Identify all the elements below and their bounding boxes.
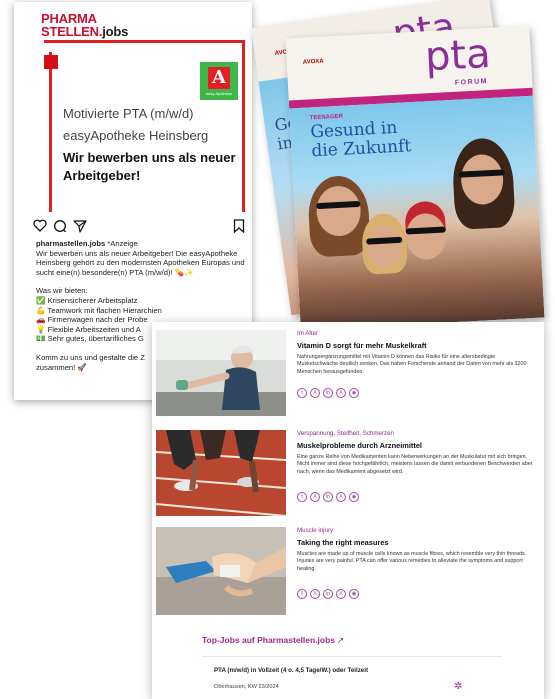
article-kicker: Im Alter — [297, 330, 318, 337]
top-jobs-heading[interactable]: Top-Jobs auf Pharmastellen.jobs ↗ — [202, 635, 344, 646]
x-twitter-icon[interactable]: X — [310, 388, 320, 398]
caption-offer-heading: Was wir bieten: — [36, 286, 88, 296]
apotheke-a-icon: A — [208, 66, 230, 89]
external-link-icon[interactable]: ↗ — [337, 635, 344, 645]
red-square-decoration — [44, 55, 58, 69]
post-action-bar — [33, 219, 245, 235]
linkedin-icon[interactable]: in — [323, 589, 333, 599]
post-headline-tagline: Wir bewerben uns als neuer Arbeitgeber! — [63, 150, 236, 183]
facebook-icon[interactable]: f — [297, 492, 307, 502]
social-share-bar: f Xin X ◉ — [297, 492, 362, 502]
article-title[interactable]: Taking the right measures — [297, 538, 388, 547]
caption-text: Wir bewerben uns als neuer Arbeitgeber! … — [36, 248, 245, 277]
x-twitter-icon[interactable]: X — [310, 492, 320, 502]
facebook-icon[interactable]: f — [297, 388, 307, 398]
top-jobs-label[interactable]: Top-Jobs auf Pharmastellen.jobs — [202, 635, 335, 645]
magazine-cover-headline: Gesund in die Zukunft — [309, 117, 412, 162]
sparkle-icon: ✲ — [454, 681, 463, 692]
divider — [202, 656, 502, 657]
article-item[interactable]: Im Alter Vitamin D sorgt für mehr Muskel… — [156, 330, 540, 418]
linkedin-icon[interactable]: in — [323, 492, 333, 502]
article-item[interactable]: Muscle injury Taking the right measures … — [156, 527, 540, 615]
caption-username[interactable]: pharmastellen.jobs — [36, 239, 105, 248]
caption-ad-tag: *Anzeige — [105, 239, 138, 248]
bookmark-icon[interactable] — [233, 219, 245, 237]
article-kicker: Verspannung, Steifheit, Schmerzen — [297, 430, 394, 437]
article-image-sprint-start[interactable] — [156, 430, 286, 516]
caption-offer-item: 💪 Teamwork mit flachen Hierarchien — [36, 305, 162, 315]
logo-stellen: STELLEN. — [41, 24, 103, 39]
whatsapp-icon[interactable]: ◉ — [349, 388, 359, 398]
logo-line2: STELLEN.jobs — [41, 25, 128, 38]
article-kicker: Muscle injury — [297, 527, 334, 534]
social-share-bar: f Xin X ◉ — [297, 589, 362, 599]
article-item[interactable]: Verspannung, Steifheit, Schmerzen Muskel… — [156, 430, 540, 518]
article-title[interactable]: Vitamin D sorgt für mehr Muskelkraft — [297, 341, 427, 350]
linkedin-icon[interactable]: in — [323, 388, 333, 398]
magazine-front-publisher: AVOXA — [302, 58, 324, 66]
red-vertical-line — [49, 52, 52, 212]
xing-icon[interactable]: X — [336, 492, 346, 502]
xing-icon[interactable]: X — [336, 388, 346, 398]
social-share-bar: f Xin X ◉ — [297, 388, 362, 398]
article-image-senior-workout[interactable] — [156, 330, 286, 416]
article-title[interactable]: Muskelprobleme durch Arzneimittel — [297, 441, 422, 450]
x-twitter-icon[interactable]: X — [310, 589, 320, 599]
logo-jobs: jobs — [102, 24, 129, 39]
post-headline-employer: easyApotheke Heinsberg — [63, 128, 209, 143]
heart-icon[interactable] — [33, 219, 47, 236]
comment-icon[interactable] — [53, 219, 67, 237]
post-headline-position: Motivierte PTA (m/w/d) — [63, 106, 194, 121]
facebook-icon[interactable]: f — [297, 589, 307, 599]
article-body: Muscles are made up of muscle cells know… — [297, 551, 527, 572]
article-image-ankle-injury[interactable] — [156, 527, 286, 615]
share-icon[interactable] — [73, 219, 87, 237]
article-body: Nahrungsergänzungsmittel mit Vitamin D k… — [297, 354, 527, 375]
caption-offer-item: ✅ Krisensicherer Arbeitsplatz — [36, 295, 138, 305]
job-listing-title[interactable]: PTA (m/w/d) in Vollzeit (4 o. 4,5 Tage/W… — [214, 667, 368, 674]
magazine-front-brand: pta — [423, 30, 492, 81]
xing-icon[interactable]: X — [336, 589, 346, 599]
whatsapp-icon[interactable]: ◉ — [349, 589, 359, 599]
pharmastellen-logo: PHARMA STELLEN.jobs — [41, 12, 128, 38]
easyapotheke-logo: A easy Apotheke — [200, 62, 238, 100]
pharmacy-logo-text: easy Apotheke — [205, 90, 233, 96]
whatsapp-icon[interactable]: ◉ — [349, 492, 359, 502]
articles-panel: Im Alter Vitamin D sorgt für mehr Muskel… — [152, 322, 544, 699]
article-body: Eine ganze Reihe von Medikamenten kann N… — [297, 454, 533, 475]
job-listing-meta: Oberhausen, KW 23/2024 — [214, 684, 279, 690]
magazine-front-cover: AVOXA pta FORUM TEENAGER Gesund in die Z… — [285, 25, 545, 331]
